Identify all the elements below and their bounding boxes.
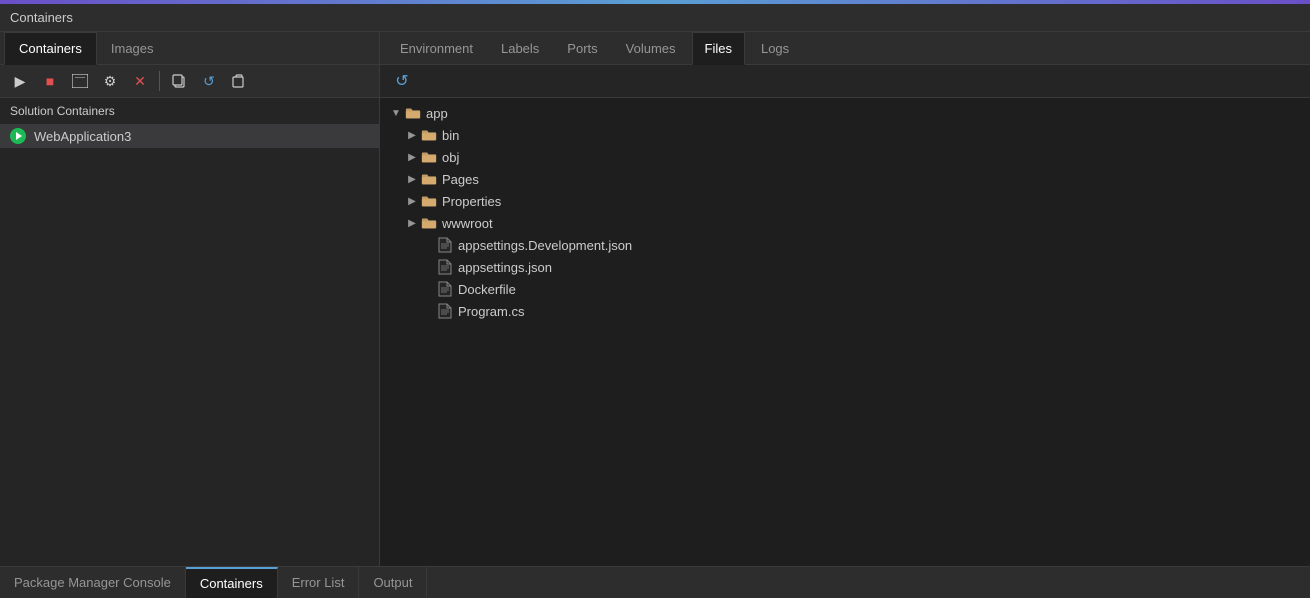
title-bar: Containers: [0, 4, 1310, 32]
tree-label-app: app: [426, 106, 448, 121]
bottom-tab-package-manager[interactable]: Package Manager Console: [0, 567, 186, 598]
left-tab-bar: Containers Images: [0, 32, 379, 65]
container-status-icon: [10, 128, 26, 144]
tab-logs[interactable]: Logs: [749, 33, 801, 64]
folder-icon-pages: [420, 171, 438, 187]
file-icon-appsettings: [436, 259, 454, 275]
file-icon-dockerfile: [436, 281, 454, 297]
folder-icon-obj: [420, 149, 438, 165]
window-title: Containers: [10, 10, 73, 25]
tree-label-dockerfile: Dockerfile: [458, 282, 516, 297]
section-label: Solution Containers: [0, 98, 379, 124]
tree-item-obj[interactable]: obj: [380, 146, 1310, 168]
tree-arrow-app: [388, 105, 404, 121]
paste-button[interactable]: [225, 69, 253, 93]
copy-button[interactable]: [165, 69, 193, 93]
tree-item-bin[interactable]: bin: [380, 124, 1310, 146]
tree-label-obj: obj: [442, 150, 459, 165]
refresh-button[interactable]: ↺: [195, 69, 223, 93]
file-icon-appsettings-dev: [436, 237, 454, 253]
file-icon-programcs: [436, 303, 454, 319]
right-tab-bar: Environment Labels Ports Volumes Files L…: [380, 32, 1310, 65]
tree-item-dockerfile[interactable]: Dockerfile: [380, 278, 1310, 300]
tab-containers[interactable]: Containers: [4, 32, 97, 65]
main-content: Containers Images ▶ ■ ⚙ ✕: [0, 32, 1310, 566]
tree-item-appsettings[interactable]: appsettings.json: [380, 256, 1310, 278]
tree-label-pages: Pages: [442, 172, 479, 187]
tree-label-programcs: Program.cs: [458, 304, 524, 319]
tree-arrow-properties: [404, 193, 420, 209]
tree-item-properties[interactable]: Properties: [380, 190, 1310, 212]
tree-label-appsettings: appsettings.json: [458, 260, 552, 275]
folder-icon-bin: [420, 127, 438, 143]
terminal-button[interactable]: [66, 69, 94, 93]
bottom-tab-containers[interactable]: Containers: [186, 567, 278, 598]
delete-button[interactable]: ✕: [126, 69, 154, 93]
tree-label-appsettings-dev: appsettings.Development.json: [458, 238, 632, 253]
tree-arrow-obj: [404, 149, 420, 165]
tree-label-wwwroot: wwwroot: [442, 216, 493, 231]
folder-icon-properties: [420, 193, 438, 209]
tree-item-wwwroot[interactable]: wwwroot: [380, 212, 1310, 234]
folder-icon-app: [404, 105, 422, 121]
stop-button[interactable]: ■: [36, 69, 64, 93]
start-button[interactable]: ▶: [6, 69, 34, 93]
right-panel: Environment Labels Ports Volumes Files L…: [380, 32, 1310, 566]
folder-icon-wwwroot: [420, 215, 438, 231]
tab-labels[interactable]: Labels: [489, 33, 551, 64]
left-toolbar: ▶ ■ ⚙ ✕ ↺: [0, 65, 379, 98]
tab-volumes[interactable]: Volumes: [614, 33, 688, 64]
settings-button[interactable]: ⚙: [96, 69, 124, 93]
right-toolbar: ↺: [380, 65, 1310, 98]
tab-files[interactable]: Files: [692, 32, 745, 65]
tree-label-bin: bin: [442, 128, 459, 143]
tree-label-properties: Properties: [442, 194, 501, 209]
container-name: WebApplication3: [34, 129, 131, 144]
tree-item-appsettings-dev[interactable]: appsettings.Development.json: [380, 234, 1310, 256]
tree-arrow-pages: [404, 171, 420, 187]
bottom-tabs: Package Manager Console Containers Error…: [0, 566, 1310, 598]
tree-item-pages[interactable]: Pages: [380, 168, 1310, 190]
bottom-tab-error-list[interactable]: Error List: [278, 567, 360, 598]
tab-ports[interactable]: Ports: [555, 33, 609, 64]
container-item-webapplication3[interactable]: WebApplication3: [0, 124, 379, 148]
tree-arrow-bin: [404, 127, 420, 143]
tab-images[interactable]: Images: [97, 33, 168, 64]
file-tree: app bin: [380, 98, 1310, 566]
left-panel-empty: [0, 148, 379, 566]
tab-environment[interactable]: Environment: [388, 33, 485, 64]
tree-arrow-wwwroot: [404, 215, 420, 231]
files-refresh-button[interactable]: ↺: [388, 69, 416, 93]
bottom-tab-output[interactable]: Output: [359, 567, 427, 598]
tree-item-app[interactable]: app: [380, 102, 1310, 124]
left-panel: Containers Images ▶ ■ ⚙ ✕: [0, 32, 380, 566]
tree-item-programcs[interactable]: Program.cs: [380, 300, 1310, 322]
toolbar-separator-1: [159, 71, 160, 91]
